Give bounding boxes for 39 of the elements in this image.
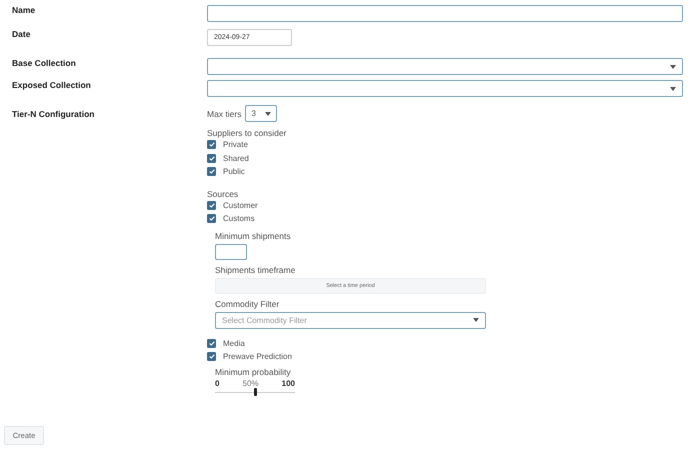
group-label: Suppliers to consider (207, 128, 288, 138)
slider-value: 50% (242, 378, 259, 388)
checkbox[interactable] (207, 214, 216, 224)
checkbox-label: Prewave Prediction (223, 352, 292, 362)
caret-icon (670, 86, 676, 90)
field-label: Shipments timeframe (215, 264, 296, 276)
field-label: Tier-N Configuration (11, 109, 96, 119)
checkbox[interactable] (207, 352, 216, 362)
field-label: Name (11, 5, 36, 15)
field-label: Exposed Collection (11, 80, 92, 90)
checkbox-label: Customs (223, 214, 255, 224)
checkbox-label: Media (223, 338, 245, 348)
caret-icon (473, 318, 479, 322)
field-label: Commodity Filter (215, 298, 280, 310)
input-field[interactable] (215, 244, 247, 260)
slider-thumb[interactable] (254, 388, 256, 396)
caret-icon (670, 64, 676, 68)
checkbox-label: Customer (223, 200, 258, 210)
slider-max: 100 (282, 378, 295, 388)
slider-min: 0 (215, 378, 220, 388)
input-field[interactable] (207, 5, 683, 22)
field-label: Base Collection (11, 58, 77, 68)
field-label: Date (11, 29, 32, 39)
checkbox[interactable] (207, 140, 216, 150)
group-label: Sources (207, 188, 240, 198)
tiers-dropdown[interactable]: 3 (245, 105, 278, 122)
checkbox-label: Public (223, 167, 245, 176)
checkbox-label: Shared (223, 154, 249, 163)
caret-icon (265, 112, 272, 116)
checkbox[interactable] (207, 200, 216, 210)
dropdown[interactable] (207, 58, 683, 75)
checkbox[interactable] (207, 167, 216, 176)
checkbox[interactable] (207, 338, 216, 348)
checkbox-label: Private (223, 140, 248, 150)
dropdown[interactable] (207, 80, 683, 97)
checkbox[interactable] (207, 154, 216, 163)
field-label: Minimum probability (215, 366, 292, 378)
field-label: Max tiers (207, 108, 242, 118)
field-label: Minimum shipments (215, 230, 292, 242)
